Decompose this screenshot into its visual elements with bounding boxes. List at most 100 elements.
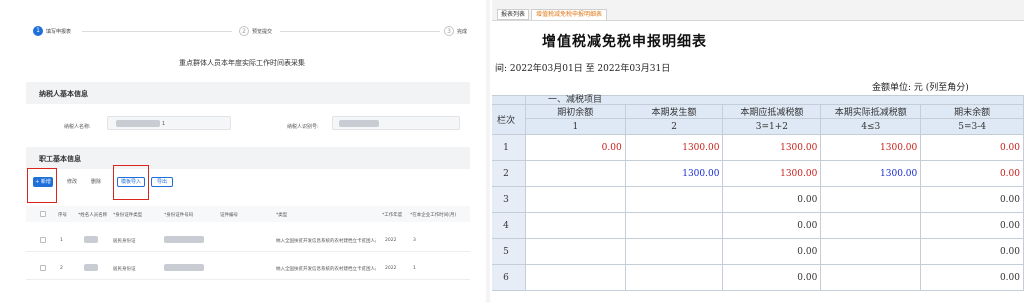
select-all-checkbox[interactable] — [40, 211, 46, 217]
step-connector — [280, 31, 440, 32]
redacted-id — [339, 120, 379, 127]
report-row: 4 0.00 0.00 — [492, 212, 1024, 239]
taxpayer-id-label: 纳税人识别号: — [287, 124, 319, 130]
row-category: 纳入全国扶贫开发信息系统的农村建档立卡贫困人员 — [276, 239, 376, 244]
redacted-id-number — [164, 236, 204, 243]
row-months: 3 — [413, 238, 416, 243]
step-1-circle: 1 — [33, 26, 43, 36]
amount-cell[interactable]: 0.00 — [920, 264, 1024, 291]
step-2-circle: 2 — [239, 26, 249, 36]
employee-section-title: 职工基本信息 — [39, 155, 81, 163]
report-row: 5 0.00 0.00 — [492, 238, 1024, 265]
step-1-label: 填写申报表 — [46, 29, 72, 35]
amount-cell[interactable] — [524, 186, 626, 213]
column-header: 期末余额 — [920, 104, 1024, 119]
amount-cell[interactable] — [820, 264, 922, 291]
amount-cell[interactable]: 0.00 — [722, 212, 822, 239]
amount-cell[interactable]: 1300.00 — [820, 160, 922, 187]
amount-cell[interactable]: 1300.00 — [722, 134, 822, 161]
column-number: 1 — [524, 118, 626, 135]
page-title: 重点群体人员本年度实际工作时间表采集 — [179, 59, 305, 67]
taxpayer-section-title: 纳税人基本信息 — [39, 90, 88, 98]
row-line-number: 1 — [492, 134, 526, 161]
row-year: 2022 — [385, 266, 397, 271]
amount-unit: 金额单位: 元 (列至角分) — [872, 83, 969, 93]
taxpayer-section-header: 纳税人基本信息 — [26, 82, 470, 104]
amount-cell[interactable] — [624, 212, 724, 239]
panel-divider — [486, 0, 490, 303]
amount-cell[interactable]: 0.00 — [920, 212, 1024, 239]
amount-cell[interactable]: 0.00 — [722, 264, 822, 291]
modify-button[interactable]: 修改 — [62, 177, 82, 187]
column-number: 3=1+2 — [722, 118, 822, 135]
row-line-number: 6 — [492, 264, 526, 291]
column-header: 本期应抵减税额 — [722, 104, 822, 119]
row-category: 纳入全国扶贫开发信息系统的农村建档立卡贫困人员 — [276, 267, 376, 272]
amount-cell[interactable]: 0.00 — [722, 186, 822, 213]
amount-cell[interactable] — [820, 186, 922, 213]
amount-cell[interactable] — [820, 238, 922, 265]
employee-form-panel: 1 填写申报表 2 预览提交 3 完成 重点群体人员本年度实际工作时间表采集 纳… — [0, 0, 484, 303]
report-row: 3 0.00 0.00 — [492, 186, 1024, 213]
section-label: 一、减税项目 — [524, 95, 1024, 105]
amount-cell[interactable]: 0.00 — [524, 134, 626, 161]
amount-cell[interactable]: 1300.00 — [624, 160, 724, 187]
header-cell — [492, 95, 526, 105]
row-checkbox[interactable] — [40, 265, 46, 271]
report-table: 一、减税项目 栏次 期初余额 本期发生额 本期应抵减税额 本期实际抵减税额 期末… — [492, 95, 1024, 291]
row-number-header: 栏次 — [492, 104, 526, 135]
report-title: 增值税减免税申报明细表 — [542, 34, 707, 50]
column-header: 本期实际抵减税额 — [820, 104, 922, 119]
amount-cell[interactable]: 0.00 — [920, 134, 1024, 161]
row-checkbox[interactable] — [40, 237, 46, 243]
report-row: 6 0.00 0.00 — [492, 264, 1024, 291]
column-header: 序号 — [58, 213, 67, 218]
amount-cell[interactable] — [624, 264, 724, 291]
row-months: 1 — [413, 266, 416, 271]
amount-cell[interactable] — [524, 212, 626, 239]
tab-vat-exemption-detail[interactable]: 增值税减免税申报明细表 — [531, 9, 607, 20]
step-2-label: 预览提交 — [252, 29, 273, 35]
taxpayer-id-field[interactable] — [332, 116, 460, 130]
row-year: 2022 — [385, 238, 397, 243]
export-button[interactable]: 导出 — [151, 177, 173, 187]
delete-button[interactable]: 删除 — [86, 177, 106, 187]
taxpayer-name-suffix: 1 — [162, 121, 166, 127]
add-button[interactable]: + 新增 — [33, 177, 53, 187]
column-number: 5=3-4 — [920, 118, 1024, 135]
column-header: 期初余额 — [524, 104, 626, 119]
column-number: 2 — [624, 118, 724, 135]
column-header: *姓名人员名称 — [78, 213, 108, 218]
row-id-type: 居民身份证 — [113, 239, 136, 244]
column-header: 证件编号 — [220, 213, 238, 218]
amount-cell[interactable] — [524, 264, 626, 291]
amount-cell[interactable] — [624, 186, 724, 213]
amount-cell[interactable]: 1300.00 — [820, 134, 922, 161]
column-header: *身份证件号码 — [164, 213, 194, 218]
amount-cell[interactable] — [820, 212, 922, 239]
amount-cell[interactable] — [524, 238, 626, 265]
amount-cell[interactable] — [524, 160, 626, 187]
redacted-person-name — [84, 236, 98, 243]
amount-cell[interactable]: 1300.00 — [624, 134, 724, 161]
row-line-number: 2 — [492, 160, 526, 187]
report-row: 2 1300.00 1300.00 1300.00 0.00 — [492, 160, 1024, 187]
import-button[interactable]: 模板导入 — [117, 177, 145, 187]
step-connector — [82, 31, 232, 32]
amount-cell[interactable] — [624, 238, 724, 265]
column-header: *工作年度 — [382, 213, 403, 218]
tab-report-list[interactable]: 报表列表 — [497, 9, 529, 20]
redacted-name — [116, 120, 160, 127]
amount-cell[interactable]: 1300.00 — [722, 160, 822, 187]
amount-cell[interactable]: 0.00 — [920, 238, 1024, 265]
row-index: 2 — [60, 266, 63, 271]
row-line-number: 5 — [492, 238, 526, 265]
taxpayer-name-field[interactable]: 1 — [107, 116, 231, 130]
amount-cell[interactable]: 0.00 — [722, 238, 822, 265]
report-row: 1 0.00 1300.00 1300.00 1300.00 0.00 — [492, 134, 1024, 161]
amount-cell[interactable]: 0.00 — [920, 186, 1024, 213]
column-header: *在本企业工作时间(月) — [410, 213, 457, 218]
amount-cell[interactable]: 0.00 — [920, 160, 1024, 187]
redacted-id-number — [164, 264, 204, 271]
column-number: 4≤3 — [820, 118, 922, 135]
